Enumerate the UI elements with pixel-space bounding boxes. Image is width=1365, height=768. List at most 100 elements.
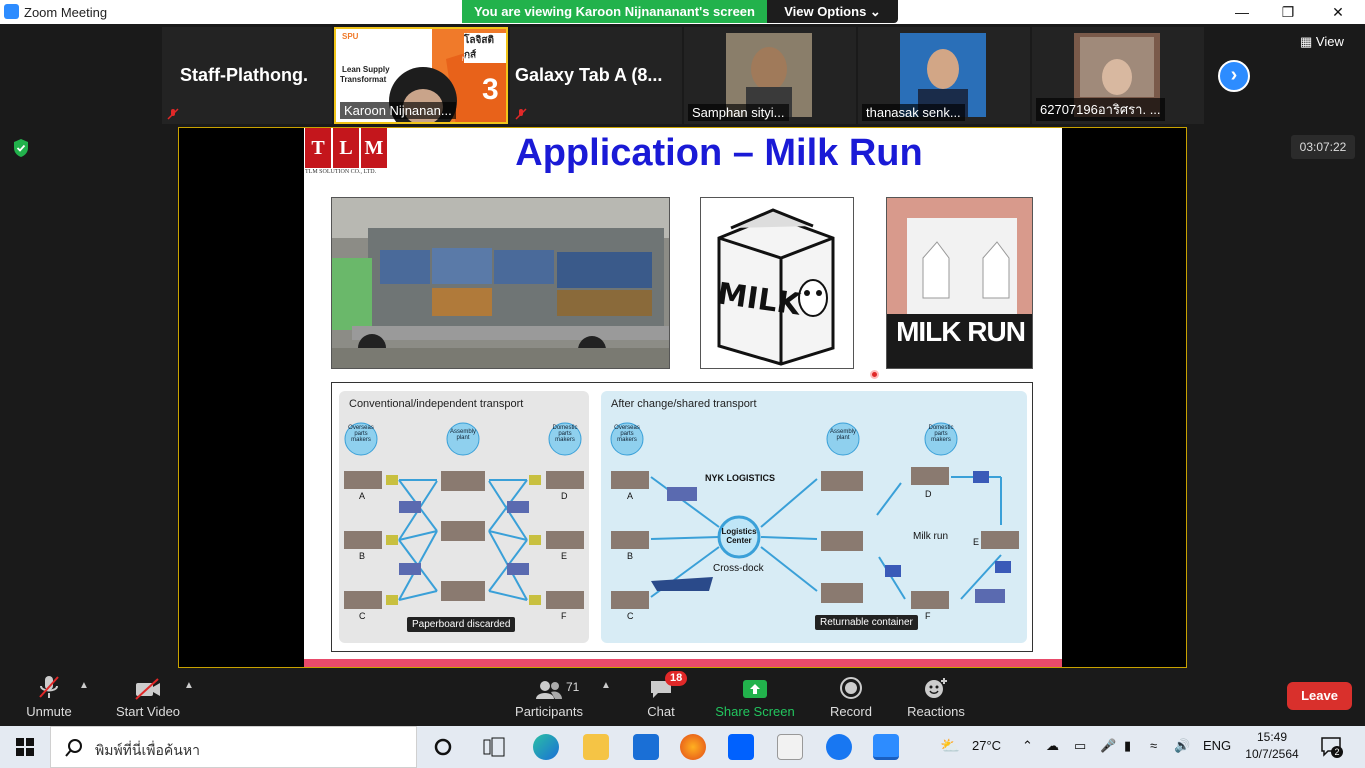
- dropbox-icon[interactable]: [728, 734, 754, 760]
- windows-taskbar: พิมพ์ที่นี่เพื่อค้นหา ⛅ 27°C ⌃ ☁ ▭ 🎤 ▮ ≈…: [0, 726, 1365, 768]
- weather-temperature[interactable]: 27°C: [972, 738, 1001, 753]
- label-nyk-logistics: NYK LOGISTICS: [705, 473, 776, 483]
- battery-icon[interactable]: ▮: [1124, 738, 1131, 754]
- participants-label: Participants: [515, 704, 583, 719]
- muted-mic-icon: [39, 676, 59, 698]
- participants-icon: [536, 681, 562, 699]
- maximize-button[interactable]: ❐: [1265, 0, 1311, 24]
- zoom-app-icon: [4, 4, 19, 19]
- clock-time: 15:49: [1256, 730, 1288, 744]
- device-icon[interactable]: ▭: [1074, 738, 1086, 754]
- meeting-toolbar: Unmute ▲ Start Video ▲ 71 Participants ▲…: [0, 668, 1365, 726]
- poster-brand: SPU: [342, 32, 359, 41]
- transport-diagram: Conventional/independent transport Overs…: [331, 382, 1033, 652]
- close-button[interactable]: ✕: [1315, 0, 1361, 24]
- window-title: Zoom Meeting: [24, 5, 108, 20]
- leave-button[interactable]: Leave: [1287, 682, 1352, 710]
- encryption-shield-icon[interactable]: [12, 138, 30, 158]
- record-label: Record: [830, 704, 872, 719]
- share-screen-icon: [743, 680, 767, 698]
- participants-button[interactable]: 71 Participants: [510, 668, 588, 726]
- participant-tile-staff[interactable]: Staff-Plathong.: [162, 27, 332, 124]
- muted-mic-icon: [515, 108, 527, 120]
- tray-chevron-icon[interactable]: ⌃: [1022, 738, 1033, 754]
- view-layout-button[interactable]: ▦ View: [1300, 34, 1344, 50]
- file-explorer-icon[interactable]: [583, 734, 609, 760]
- label-a: A: [359, 491, 366, 501]
- milk-carton-illustration: MILK: [700, 197, 854, 369]
- participant-tile-karoon[interactable]: SPU โลจิสติกส์ NON-DEGREE Lean Supply Tr…: [334, 27, 508, 124]
- reactions-icon: [925, 678, 947, 698]
- label-a: A: [627, 491, 634, 501]
- poster-non-degree: NON-DEGREE: [462, 57, 503, 63]
- participant-tile-samphan[interactable]: Samphan sityi...: [684, 27, 856, 124]
- participant-name-label: thanasak senk...: [862, 104, 965, 121]
- reactions-button[interactable]: Reactions: [904, 668, 968, 726]
- participants-options-caret[interactable]: ▲: [601, 680, 611, 691]
- mail-icon[interactable]: [633, 734, 659, 760]
- search-placeholder: พิมพ์ที่นี่เพื่อค้นหา: [95, 742, 200, 758]
- label-paperboard-discarded: Paperboard discarded: [407, 617, 516, 632]
- chat-unread-badge: 18: [665, 671, 688, 686]
- edge-browser-icon[interactable]: [533, 734, 559, 760]
- participant-tile-thanasak[interactable]: thanasak senk...: [858, 27, 1030, 124]
- record-button[interactable]: Record: [824, 668, 878, 726]
- label-c: C: [627, 611, 634, 621]
- video-options-caret[interactable]: ▲: [184, 680, 194, 691]
- volume-icon[interactable]: 🔊: [1174, 738, 1190, 754]
- participant-tile-galaxy[interactable]: Galaxy Tab A (8...: [510, 27, 682, 124]
- amazon-icon[interactable]: [777, 734, 803, 760]
- weather-icon: ⛅: [940, 738, 960, 755]
- zoom-taskbar-icon[interactable]: [873, 734, 899, 760]
- taskbar-clock[interactable]: 15:49 10/7/2564: [1240, 729, 1304, 763]
- label-assembly: Assembly plant: [449, 429, 476, 441]
- next-page-button[interactable]: ›: [1218, 60, 1250, 92]
- reactions-label: Reactions: [907, 704, 965, 719]
- firefox-icon[interactable]: [680, 734, 706, 760]
- windows-start-icon[interactable]: [16, 738, 34, 756]
- shared-screen[interactable]: T L M TLM SOLUTION CO., LTD. Application…: [178, 127, 1187, 668]
- participant-name-label: Samphan sityi...: [688, 104, 789, 121]
- label-assembly: Assembly plant: [829, 429, 856, 441]
- label-b: B: [627, 551, 634, 561]
- participant-tile-arisra[interactable]: 62707196อาริศรา. ...: [1032, 27, 1204, 124]
- taskbar-search-box[interactable]: พิมพ์ที่นี่เพื่อค้นหา: [50, 726, 417, 768]
- label-overseas: Overseas parts makers: [348, 425, 374, 443]
- wifi-icon[interactable]: ≈: [1150, 738, 1157, 753]
- label-b: B: [359, 551, 366, 561]
- task-view-icon[interactable]: [483, 737, 505, 757]
- clock-date: 10/7/2564: [1245, 747, 1299, 761]
- cortana-icon[interactable]: [433, 737, 453, 757]
- participants-count: 71: [566, 680, 580, 694]
- label-f: F: [561, 611, 567, 621]
- unmute-button[interactable]: Unmute: [14, 668, 84, 726]
- participant-name-label: 62707196อาริศรา. ...: [1036, 98, 1165, 121]
- label-milk-run: Milk run: [913, 531, 949, 542]
- label-d: D: [561, 491, 568, 501]
- label-e: E: [561, 551, 568, 561]
- notification-center-button[interactable]: 2: [1320, 735, 1344, 759]
- viewing-screen-banner: You are viewing Karoon Nijnananant's scr…: [462, 0, 767, 23]
- minimize-button[interactable]: —: [1219, 0, 1265, 24]
- shared-diagram-graphic: [610, 422, 1019, 609]
- participant-name-label: Karoon Nijnanan...: [340, 102, 456, 119]
- share-screen-button[interactable]: Share Screen: [712, 668, 798, 726]
- label-domestic: Domestic parts makers: [552, 425, 578, 443]
- onedrive-icon[interactable]: ☁: [1046, 738, 1059, 754]
- input-language[interactable]: ENG: [1203, 738, 1231, 753]
- start-video-button[interactable]: Start Video: [110, 668, 186, 726]
- participant-name: Galaxy Tab A (8...: [515, 65, 663, 85]
- slide-footer-bar: [304, 659, 1062, 667]
- meeting-timer: 03:07:22: [1291, 135, 1355, 159]
- audio-options-caret[interactable]: ▲: [79, 680, 89, 691]
- chat-label: Chat: [647, 704, 675, 719]
- microphone-tray-icon[interactable]: 🎤: [1100, 738, 1116, 754]
- record-icon: [840, 677, 862, 699]
- muted-mic-icon: [167, 108, 179, 120]
- laser-pointer: [870, 370, 879, 379]
- conventional-transport-panel: Conventional/independent transport Overs…: [339, 391, 589, 643]
- view-options-button[interactable]: View Options ⌄: [767, 0, 898, 23]
- label-f: F: [925, 611, 931, 621]
- grid-icon: ▦: [1300, 34, 1316, 49]
- facebook-icon[interactable]: [826, 734, 852, 760]
